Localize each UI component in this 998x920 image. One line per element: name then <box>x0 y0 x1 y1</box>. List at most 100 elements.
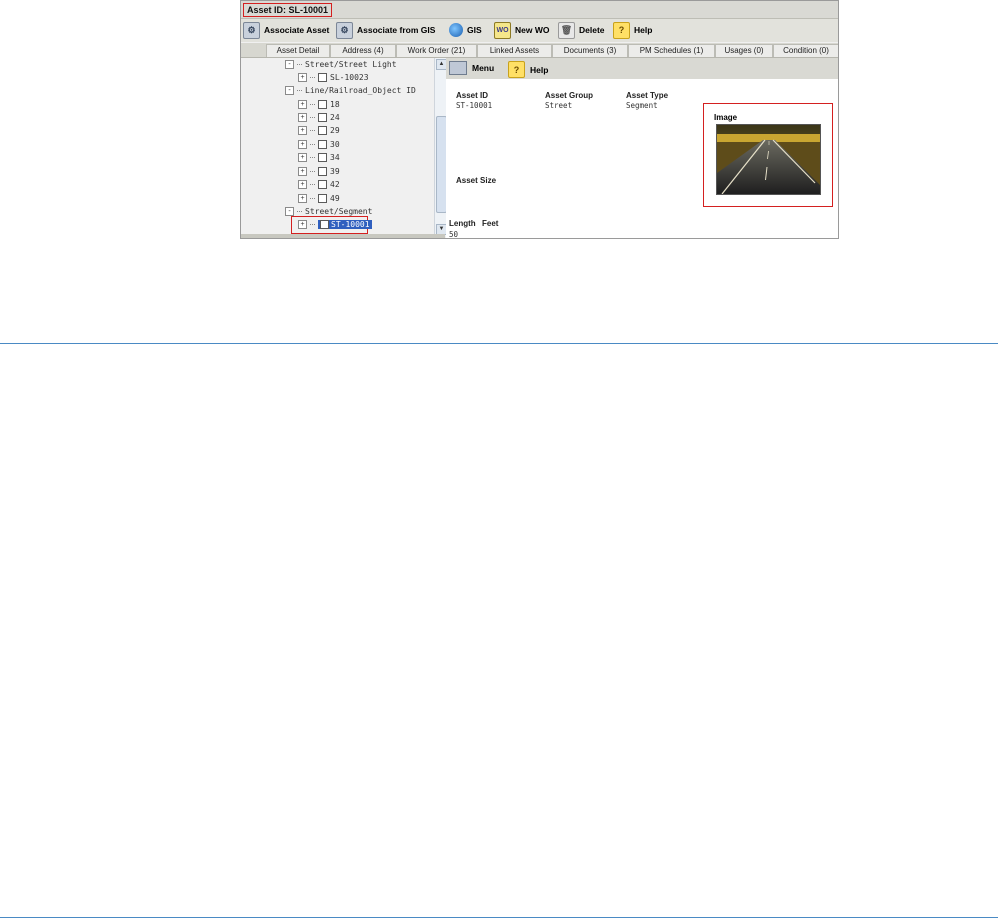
expand-icon[interactable]: + <box>298 180 307 189</box>
tree-item[interactable]: + 42 <box>298 180 340 189</box>
detail-help-button[interactable]: ? Help <box>508 61 548 78</box>
menu-label: Menu <box>472 63 495 73</box>
tree-bottom-bar <box>241 234 445 238</box>
tree-scrollbar[interactable]: ▲ ▼ <box>434 58 447 236</box>
expand-icon[interactable]: + <box>298 73 307 82</box>
tree-item[interactable]: + 18 <box>298 100 340 109</box>
asset-id-label: Asset ID <box>456 91 489 100</box>
asset-group-label: Asset Group <box>545 91 594 100</box>
tree-item-label: 24 <box>330 113 340 122</box>
tab-address[interactable]: Address (4) <box>330 44 396 57</box>
asset-size-label: Asset Size <box>456 176 497 185</box>
tree-node-label: Street/Street Light <box>305 60 397 69</box>
delete-label: Delete <box>579 25 605 35</box>
trash-icon: 🗑 <box>558 21 575 39</box>
delete-button[interactable]: 🗑 Delete <box>558 21 605 39</box>
tree-item[interactable]: + 34 <box>298 153 340 162</box>
tree-item-label: 29 <box>330 126 340 135</box>
tree-item[interactable]: + 24 <box>298 113 340 122</box>
expand-icon[interactable]: + <box>298 194 307 203</box>
expand-icon[interactable]: + <box>298 153 307 162</box>
tree-checkbox[interactable] <box>318 140 327 149</box>
tab-bar: Asset Detail Address (4) Work Order (21)… <box>241 43 838 58</box>
help-button[interactable]: ? Help <box>613 21 653 39</box>
feet-label: Feet <box>482 219 499 228</box>
associate-from-gis-button[interactable]: ⚙ Associate from GIS <box>336 21 436 39</box>
tree-checkbox[interactable] <box>318 167 327 176</box>
tree-item-label: SL-10023 <box>330 73 369 82</box>
tree-item-label: 39 <box>330 167 340 176</box>
work-order-icon: WO <box>494 21 511 39</box>
tree-node-label: Line/Railroad_Object ID <box>305 86 416 95</box>
tree-item[interactable]: + 39 <box>298 167 340 176</box>
menu-icon <box>449 61 467 75</box>
help-label: Help <box>634 25 653 35</box>
app-screenshot: Asset ID: SL-10001 ⚙ Associate Asset ⚙ A… <box>240 0 839 239</box>
expand-icon[interactable]: + <box>298 126 307 135</box>
tree-item[interactable]: + 29 <box>298 126 340 135</box>
associate-gis-icon: ⚙ <box>336 21 353 39</box>
road-photo-image <box>717 125 820 194</box>
asset-type-label: Asset Type <box>626 91 669 100</box>
help-icon: ? <box>508 61 525 78</box>
tab-usages[interactable]: Usages (0) <box>715 44 773 57</box>
collapse-icon[interactable]: - <box>285 207 294 216</box>
tab-documents[interactable]: Documents (3) <box>552 44 628 57</box>
tree-node-street-segment[interactable]: - Street/Segment <box>285 207 372 216</box>
tree-item-label: 34 <box>330 153 340 162</box>
collapse-icon[interactable]: - <box>285 86 294 95</box>
tab-asset-detail[interactable]: Asset Detail <box>266 44 330 57</box>
tree-checkbox[interactable] <box>318 100 327 109</box>
help-icon: ? <box>613 21 630 39</box>
expand-icon[interactable]: + <box>298 113 307 122</box>
tab-pm-schedules[interactable]: PM Schedules (1) <box>628 44 715 57</box>
asset-group-value: Street <box>545 101 573 110</box>
selected-tree-item[interactable]: ST-10001 <box>318 220 372 229</box>
associate-asset-icon: ⚙ <box>243 21 260 39</box>
associate-from-gis-label: Associate from GIS <box>357 25 436 35</box>
tree-checkbox[interactable] <box>320 220 329 229</box>
tree-checkbox[interactable] <box>318 153 327 162</box>
gis-button[interactable]: GIS <box>449 22 482 38</box>
tree-node-railroad[interactable]: - Line/Railroad_Object ID <box>285 86 416 95</box>
detail-menubar: Menu ? Help <box>446 58 838 79</box>
expand-icon[interactable]: + <box>298 140 307 149</box>
expand-icon[interactable]: + <box>298 100 307 109</box>
tree-item-label: 42 <box>330 180 340 189</box>
length-value: 50 <box>449 230 459 239</box>
top-divider <box>0 343 998 344</box>
tree-item-st-10001[interactable]: + ST-10001 <box>298 220 372 229</box>
collapse-icon[interactable]: - <box>285 60 294 69</box>
tree-item[interactable]: + 30 <box>298 140 340 149</box>
tree-checkbox[interactable] <box>318 180 327 189</box>
tree-item[interactable]: + 49 <box>298 194 340 203</box>
tree-item-label: 30 <box>330 140 340 149</box>
tree-checkbox[interactable] <box>318 113 327 122</box>
tree-checkbox[interactable] <box>318 194 327 203</box>
asset-image-panel: Image <box>703 103 833 207</box>
tree-node-street-light[interactable]: - Street/Street Light <box>285 60 397 69</box>
associate-asset-button[interactable]: ⚙ Associate Asset <box>243 21 330 39</box>
toolbar: ⚙ Associate Asset ⚙ Associate from GIS G… <box>241 19 838 42</box>
asset-detail-panel: Menu ? Help Asset ID ST-10001 Asset Grou… <box>446 58 838 238</box>
image-label: Image <box>714 113 738 122</box>
menu-button[interactable]: Menu <box>449 61 494 75</box>
road-photo[interactable] <box>716 124 821 195</box>
tab-linked-assets[interactable]: Linked Assets <box>477 44 552 57</box>
tab-work-order[interactable]: Work Order (21) <box>396 44 477 57</box>
globe-icon <box>449 23 463 37</box>
new-wo-button[interactable]: WO New WO <box>494 21 549 39</box>
tree-checkbox[interactable] <box>318 73 327 82</box>
expand-icon[interactable]: + <box>298 167 307 176</box>
asset-id-title: Asset ID: SL-10001 <box>243 3 333 17</box>
associate-asset-label: Associate Asset <box>264 25 330 35</box>
tab-condition[interactable]: Condition (0) <box>773 44 838 57</box>
tree-checkbox[interactable] <box>318 126 327 135</box>
gis-label: GIS <box>467 25 482 35</box>
tree-node-label: Street/Segment <box>305 207 373 216</box>
tree-item-label: 49 <box>330 194 340 203</box>
tree-item-sl-10023[interactable]: + SL-10023 <box>298 73 369 82</box>
asset-type-value: Segment <box>626 101 658 110</box>
length-label: Length <box>449 219 476 228</box>
expand-icon[interactable]: + <box>298 220 307 229</box>
